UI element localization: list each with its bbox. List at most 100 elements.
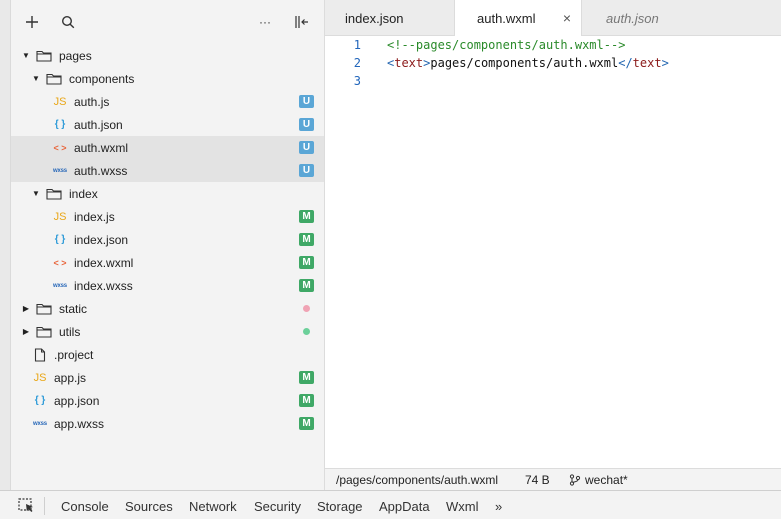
git-status-badge: U	[299, 141, 314, 154]
tree-file[interactable]: { } app.json M	[11, 389, 324, 412]
plus-icon[interactable]	[22, 12, 42, 32]
tree-file[interactable]: wxss app.wxss M	[11, 412, 324, 435]
code-line: 3	[325, 74, 781, 92]
tab-label: auth.wxml	[477, 11, 536, 26]
tab-console[interactable]: Console	[61, 499, 109, 514]
tree-item-label: components	[69, 71, 135, 86]
tree-folder[interactable]: ▶ utils	[11, 320, 324, 343]
wxss-file-icon: wxss	[53, 282, 67, 289]
tree-folder[interactable]: ▼ pages	[11, 44, 324, 67]
chevron-right-icon[interactable]: ▶	[21, 327, 31, 336]
tab-security[interactable]: Security	[254, 499, 301, 514]
tree-file[interactable]: JS auth.js U	[11, 90, 324, 113]
tab-auth-json[interactable]: auth.json	[582, 0, 781, 36]
tree-file[interactable]: JS index.js M	[11, 205, 324, 228]
close-icon[interactable]: ×	[563, 10, 571, 26]
code-editor[interactable]: 1 <!--pages/components/auth.wxml--> 2 <t…	[325, 36, 781, 468]
git-status-badge: M	[299, 394, 314, 407]
branch-icon	[569, 474, 581, 486]
collapse-panel-icon[interactable]	[292, 12, 312, 32]
wxml-file-icon: < >	[53, 142, 67, 153]
file-icon	[31, 347, 49, 362]
status-branch[interactable]: wechat*	[569, 473, 628, 487]
js-file-icon: JS	[53, 95, 67, 108]
tab-storage[interactable]: Storage	[317, 499, 363, 514]
tree-file[interactable]: { } auth.json U	[11, 113, 324, 136]
status-dot	[303, 328, 310, 335]
git-status-badge: U	[299, 118, 314, 131]
git-status-badge: M	[299, 417, 314, 430]
tab-index-json[interactable]: index.json	[325, 0, 455, 36]
tree-item-label: auth.wxss	[74, 163, 128, 178]
folder-icon	[36, 326, 52, 338]
tree-folder[interactable]: ▼ components	[11, 67, 324, 90]
line-number: 3	[353, 74, 361, 88]
git-status-badge: M	[299, 256, 314, 269]
folder-icon	[46, 73, 62, 85]
git-status-badge: U	[299, 164, 314, 177]
sidebar-edge	[0, 0, 11, 490]
wxml-file-icon: < >	[53, 257, 67, 268]
inspect-element-icon[interactable]	[18, 498, 36, 514]
git-status-badge: U	[299, 95, 314, 108]
devtools-panel: Console Sources Network Security Storage…	[0, 490, 781, 519]
status-file-size: 74 B	[525, 473, 550, 487]
tree-file[interactable]: { } index.json M	[11, 228, 324, 251]
tab-sources[interactable]: Sources	[125, 499, 173, 514]
folder-icon	[36, 303, 52, 315]
tag-name: text	[394, 56, 424, 70]
json-file-icon: { }	[34, 395, 46, 406]
more-icon[interactable]: ···	[255, 12, 275, 32]
tab-label: auth.json	[606, 10, 659, 26]
tree-file[interactable]: < > index.wxml M	[11, 251, 324, 274]
editor-tabs: index.json auth.wxml × auth.json	[325, 0, 781, 37]
tree-folder[interactable]: ▼ index	[11, 182, 324, 205]
tag-name: text	[632, 56, 662, 70]
json-file-icon: { }	[54, 119, 66, 130]
line-number: 2	[353, 56, 361, 70]
devtools-divider	[44, 497, 45, 515]
tab-wxml[interactable]: Wxml	[446, 499, 479, 514]
status-dot	[303, 305, 310, 312]
file-explorer: ··· ▼ pages ▼ components JS auth.js U{ } auth.j…	[0, 0, 325, 490]
explorer-toolbar: ···	[11, 0, 324, 44]
tree-folder[interactable]: ▶ static	[11, 297, 324, 320]
tree-item-label: auth.json	[74, 117, 123, 132]
folder-icon	[46, 188, 62, 200]
tree-item-label: utils	[59, 324, 81, 339]
tree-item-label: pages	[59, 48, 92, 63]
tree-file[interactable]: JS app.js M	[11, 366, 324, 389]
tree-file[interactable]: .project	[11, 343, 324, 366]
tree-item-label: index.wxml	[74, 255, 134, 270]
chevron-down-icon[interactable]: ▼	[31, 74, 41, 83]
wxss-file-icon: wxss	[33, 420, 47, 427]
json-file-icon: { }	[54, 234, 66, 245]
tree-item-label: index.js	[74, 209, 115, 224]
git-status-badge: M	[299, 371, 314, 384]
more-tabs-icon[interactable]: »	[495, 499, 502, 514]
tree-item-label: static	[59, 301, 88, 316]
tab-auth-wxml[interactable]: auth.wxml ×	[455, 0, 582, 37]
tag-text: pages/components/auth.wxml	[430, 56, 619, 70]
tree-item-label: auth.wxml	[74, 140, 129, 155]
tree-item-label: app.js	[54, 370, 87, 385]
js-file-icon: JS	[33, 371, 47, 384]
tree-file[interactable]: < > auth.wxml U	[11, 136, 324, 159]
chevron-right-icon[interactable]: ▶	[21, 304, 31, 313]
code-line: 1 <!--pages/components/auth.wxml-->	[325, 38, 781, 56]
tree-item-label: auth.js	[74, 94, 110, 109]
tag-bracket: </	[618, 56, 633, 70]
file-tree: ▼ pages ▼ components JS auth.js U{ } auth.json U…	[11, 44, 324, 435]
code-content: <text>pages/components/auth.wxml</text>	[387, 56, 669, 70]
tree-file[interactable]: wxss auth.wxss U	[11, 159, 324, 182]
tab-appdata[interactable]: AppData	[379, 499, 430, 514]
chevron-down-icon[interactable]: ▼	[31, 189, 41, 198]
folder-icon	[36, 50, 52, 62]
chevron-down-icon[interactable]: ▼	[21, 51, 31, 60]
tree-file[interactable]: wxss index.wxss M	[11, 274, 324, 297]
tree-item-label: .project	[54, 347, 94, 362]
tab-label: index.json	[345, 10, 404, 26]
search-icon[interactable]	[58, 12, 78, 32]
tree-item-label: index.json	[74, 232, 129, 247]
tab-network[interactable]: Network	[189, 499, 237, 514]
